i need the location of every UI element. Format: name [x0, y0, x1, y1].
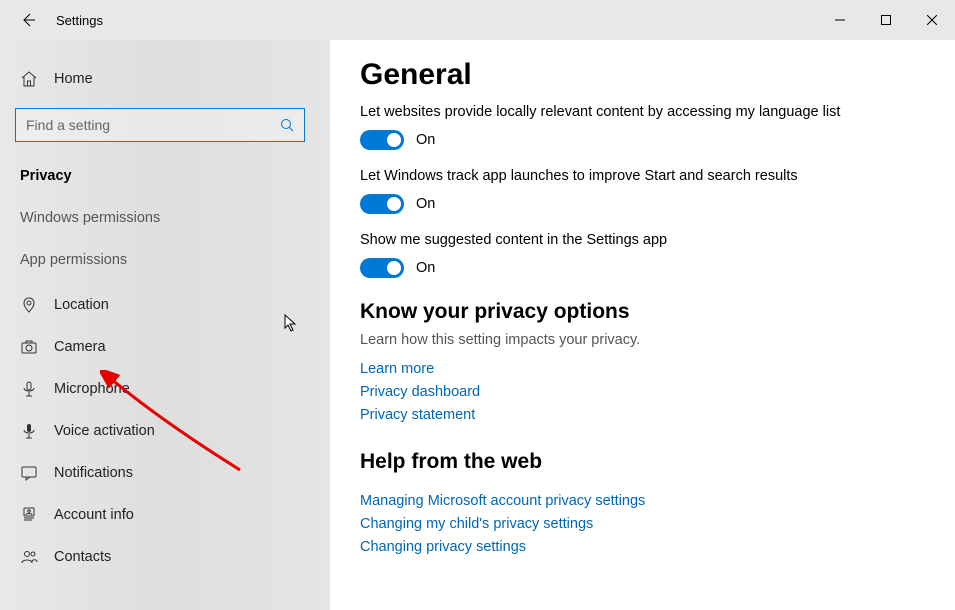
link-privacy-dashboard[interactable]: Privacy dashboard [360, 381, 925, 404]
link-help-2[interactable]: Changing privacy settings [360, 536, 925, 559]
location-icon [20, 296, 38, 314]
nav-home-label: Home [54, 71, 93, 87]
setting-label-1: Let Windows track app launches to improv… [360, 168, 860, 184]
section-app-permissions: App permissions [15, 242, 315, 284]
minimize-button[interactable] [817, 0, 863, 40]
toggle-row-1: On [360, 194, 925, 214]
setting-label-0: Let websites provide locally relevant co… [360, 104, 860, 120]
notifications-icon [20, 464, 38, 482]
toggle-suggested-content[interactable] [360, 258, 404, 278]
main-content: General Let websites provide locally rel… [330, 40, 955, 610]
help-heading: Help from the web [360, 450, 925, 474]
nav-camera-label: Camera [54, 339, 106, 355]
toggle-language-list[interactable] [360, 130, 404, 150]
contacts-icon [20, 548, 38, 566]
link-learn-more[interactable]: Learn more [360, 358, 925, 381]
toggle-track-launches[interactable] [360, 194, 404, 214]
nav-account-info[interactable]: Account info [15, 494, 315, 536]
category-label: Privacy [15, 160, 315, 200]
home-icon [20, 70, 38, 88]
toggle-row-2: On [360, 258, 925, 278]
nav-microphone-label: Microphone [54, 381, 130, 397]
nav-voice-label: Voice activation [54, 423, 155, 439]
window-controls [817, 0, 955, 40]
maximize-button[interactable] [863, 0, 909, 40]
titlebar-left: Settings [0, 12, 103, 28]
nav-notifications-label: Notifications [54, 465, 133, 481]
nav-microphone[interactable]: Microphone [15, 368, 315, 410]
nav-camera[interactable]: Camera [15, 326, 315, 368]
container: Home Privacy Windows permissions App per… [0, 40, 955, 610]
link-help-1[interactable]: Changing my child's privacy settings [360, 513, 925, 536]
nav-voice-activation[interactable]: Voice activation [15, 410, 315, 452]
link-help-0[interactable]: Managing Microsoft account privacy setti… [360, 490, 925, 513]
nav-account-label: Account info [54, 507, 134, 523]
window-title: Settings [56, 13, 103, 28]
search-icon [280, 118, 294, 132]
back-button[interactable] [20, 12, 36, 28]
setting-label-2: Show me suggested content in the Setting… [360, 232, 860, 248]
search-box[interactable] [15, 108, 305, 142]
privacy-options-heading: Know your privacy options [360, 300, 925, 324]
nav-location-label: Location [54, 297, 109, 313]
account-icon [20, 506, 38, 524]
nav-contacts-label: Contacts [54, 549, 111, 565]
toggle-row-0: On [360, 130, 925, 150]
page-title: General [360, 58, 925, 92]
toggle-state-0: On [416, 132, 435, 148]
titlebar: Settings [0, 0, 955, 40]
toggle-state-2: On [416, 260, 435, 276]
toggle-state-1: On [416, 196, 435, 212]
camera-icon [20, 338, 38, 356]
link-privacy-statement[interactable]: Privacy statement [360, 404, 925, 427]
sidebar: Home Privacy Windows permissions App per… [0, 40, 330, 610]
microphone-icon [20, 380, 38, 398]
close-button[interactable] [909, 0, 955, 40]
nav-home[interactable]: Home [15, 58, 315, 100]
voice-icon [20, 422, 38, 440]
nav-notifications[interactable]: Notifications [15, 452, 315, 494]
section-windows-permissions[interactable]: Windows permissions [15, 200, 315, 242]
search-input[interactable] [26, 117, 280, 133]
privacy-subtext: Learn how this setting impacts your priv… [360, 332, 925, 348]
nav-contacts[interactable]: Contacts [15, 536, 315, 578]
nav-location[interactable]: Location [15, 284, 315, 326]
